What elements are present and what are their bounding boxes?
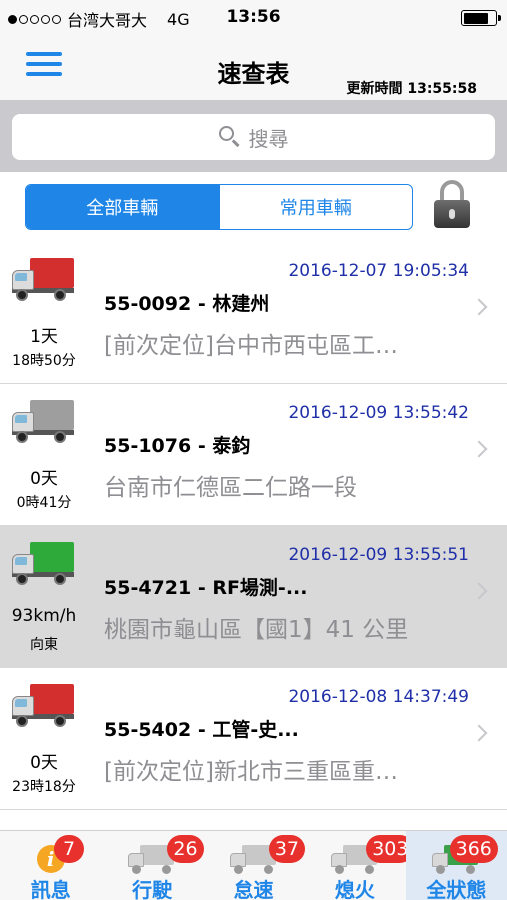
vehicle-row[interactable]: 1天 18時50分 2016-12-07 19:05:34 55-0092 - 林建州… bbox=[0, 242, 507, 384]
truck-icon bbox=[12, 684, 74, 728]
status-bar: 台湾大哥大 4G 13:56 bbox=[0, 0, 507, 36]
row-timestamp: 2016-12-08 14:37:49 bbox=[288, 687, 469, 707]
battery-icon bbox=[461, 10, 501, 26]
truck-cargo bbox=[30, 258, 74, 288]
nav-bar: 速查表 更新時間 13:55:58 bbox=[0, 36, 507, 100]
vehicle-title: 55-1076 - 泰鈞 bbox=[104, 435, 251, 457]
search-icon bbox=[218, 126, 241, 148]
chevron-right-icon bbox=[470, 440, 488, 458]
vehicle-row[interactable]: 0天 23時18分 2016-12-08 14:37:49 55-5402 - 工管-… bbox=[0, 668, 507, 810]
vehicle-title: 55-4721 - RF場測-... bbox=[104, 577, 308, 599]
tab-label: 行駛 bbox=[132, 878, 173, 900]
status-detail: 向東 bbox=[30, 637, 58, 653]
update-time: 更新時間 13:55:58 bbox=[346, 78, 477, 98]
chevron-right-icon bbox=[470, 724, 488, 742]
truck-icon bbox=[12, 542, 74, 586]
search-input[interactable]: 搜尋 bbox=[12, 114, 495, 160]
status-duration: 93km/h bbox=[11, 606, 77, 626]
status-duration: 1天 bbox=[30, 327, 58, 347]
status-detail: 0時41分 bbox=[16, 495, 72, 511]
tab-label: 熄火 bbox=[334, 878, 375, 900]
row-timestamp: 2016-12-07 19:05:34 bbox=[288, 261, 469, 281]
vehicle-row[interactable]: 0天 0時41分 2016-12-09 13:55:42 55-1076 - 泰鈞台南… bbox=[0, 384, 507, 526]
tab-badge: 366 bbox=[449, 835, 498, 863]
vehicle-address: [前次定位]新北市三重區重… bbox=[104, 759, 398, 785]
vehicle-address: 桃園市龜山區【國1】41 公里 bbox=[104, 617, 409, 643]
tab-label: 訊息 bbox=[30, 878, 71, 900]
row-timestamp: 2016-12-09 13:55:42 bbox=[288, 403, 469, 423]
status-detail: 23時18分 bbox=[12, 779, 76, 795]
tab-bar: i 7 訊息 26 行駛 37 怠速 303 熄火 366 全狀態 bbox=[0, 830, 507, 900]
vehicle-address: 台南市仁德區二仁路一段 bbox=[104, 475, 357, 501]
tab-engine-off[interactable]: 303 熄火 bbox=[304, 831, 415, 900]
vehicle-title: 55-0092 - 林建州 bbox=[104, 293, 270, 315]
update-time-label: 更新時間 bbox=[346, 81, 403, 97]
segment-favorite-vehicles[interactable]: 常用車輛 bbox=[218, 185, 413, 229]
update-time-value: 13:55:58 bbox=[407, 81, 477, 97]
chevron-right-icon bbox=[470, 298, 488, 316]
search-bar: 搜尋 bbox=[0, 100, 507, 172]
tab-all-status[interactable]: 366 全狀態 bbox=[405, 831, 507, 900]
row-timestamp: 2016-12-09 13:55:51 bbox=[288, 545, 469, 565]
status-time: 13:56 bbox=[226, 7, 281, 27]
tab-driving[interactable]: 26 行駛 bbox=[101, 831, 204, 900]
tab-messages[interactable]: i 7 訊息 bbox=[0, 831, 101, 900]
vehicle-row[interactable]: 93km/h 向東 2016-12-09 13:55:51 55-4721 - RF場… bbox=[0, 526, 507, 668]
truck-cargo bbox=[30, 542, 74, 572]
status-duration: 0天 bbox=[30, 469, 58, 489]
truck-icon bbox=[12, 400, 74, 444]
tab-label: 全狀態 bbox=[426, 878, 487, 900]
truck-icon bbox=[12, 258, 74, 302]
vehicle-list: 1天 18時50分 2016-12-07 19:05:34 55-0092 - 林建州… bbox=[0, 242, 507, 810]
segment-all-vehicles[interactable]: 全部車輛 bbox=[26, 185, 219, 229]
chevron-right-icon bbox=[470, 582, 488, 600]
tab-badge: 7 bbox=[54, 835, 84, 863]
vehicle-title: 55-5402 - 工管-史... bbox=[104, 719, 299, 741]
truck-cargo bbox=[30, 400, 74, 430]
tab-badge: 37 bbox=[268, 835, 305, 863]
tab-idle[interactable]: 37 怠速 bbox=[203, 831, 305, 900]
vehicle-filter-segmented-control: 全部車輛 常用車輛 bbox=[25, 184, 413, 230]
tab-badge: 26 bbox=[167, 835, 204, 863]
truck-cargo bbox=[30, 684, 74, 714]
lock-icon[interactable] bbox=[432, 180, 472, 230]
search-placeholder: 搜尋 bbox=[248, 126, 289, 151]
tab-label: 怠速 bbox=[233, 878, 274, 900]
status-duration: 0天 bbox=[30, 753, 58, 773]
status-detail: 18時50分 bbox=[12, 353, 76, 369]
vehicle-address: [前次定位]台中市西屯區工… bbox=[104, 333, 398, 359]
